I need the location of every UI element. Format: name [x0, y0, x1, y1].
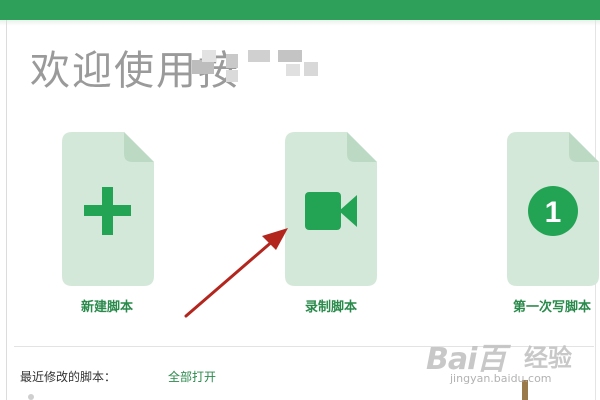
watermark-domain: jingyan.baidu.com [450, 372, 552, 385]
watermark-name: 经验 [524, 344, 572, 372]
baidu-jingyan-watermark: Bai百 经验 jingyan.baidu.com [420, 332, 580, 394]
list-bullet [28, 394, 34, 400]
open-all-link[interactable]: 全部打开 [168, 368, 216, 385]
app-window: 欢迎使用按 新建脚本 录制脚本 1 第一次写脚本 最近修改的脚本： 全部打开 B… [0, 0, 600, 400]
recent-scripts-label: 最近修改的脚本： [20, 370, 117, 384]
